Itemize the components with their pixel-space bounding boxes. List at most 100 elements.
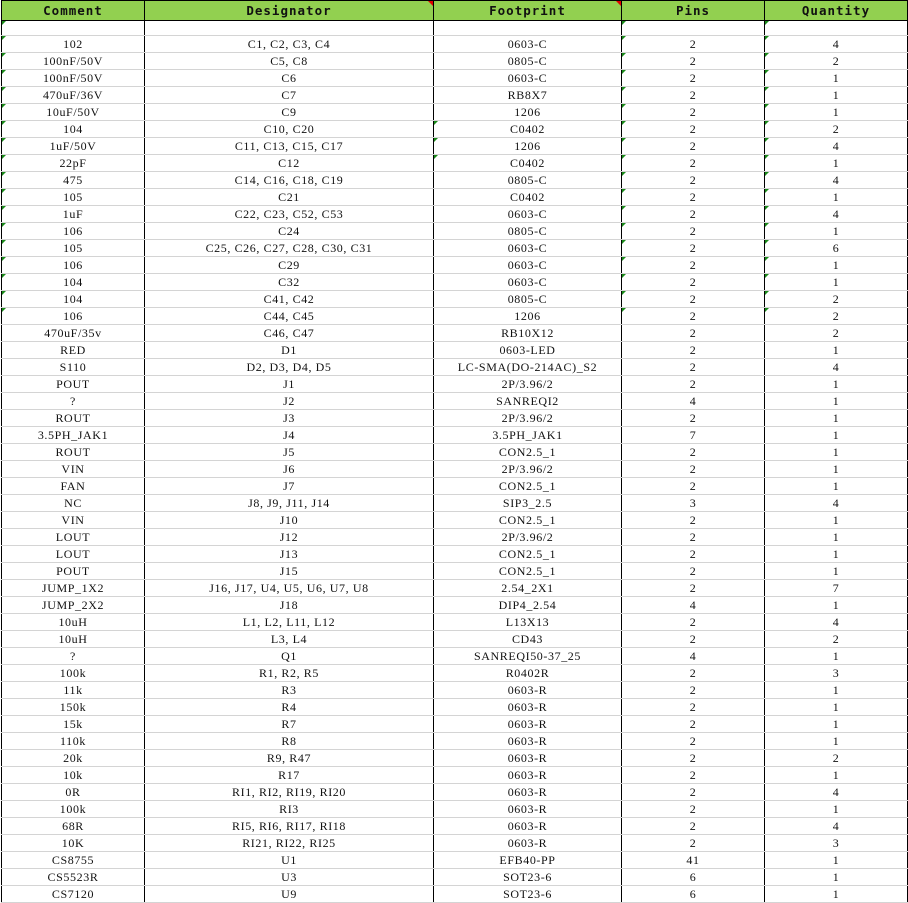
pins-cell[interactable]: 2 xyxy=(621,273,765,291)
designator-cell[interactable]: J1 xyxy=(144,375,434,393)
pins-cell[interactable]: 2 xyxy=(621,460,765,478)
pins-cell[interactable]: 2 xyxy=(621,324,765,342)
pins-cell[interactable]: 2 xyxy=(621,137,765,155)
comment-cell[interactable]: LOUT xyxy=(1,545,145,563)
footprint-cell[interactable]: SIP3_2.5 xyxy=(433,494,622,512)
footprint-cell[interactable]: CON2.5_1 xyxy=(433,511,622,529)
footprint-cell[interactable]: CON2.5_1 xyxy=(433,443,622,461)
pins-cell[interactable]: 2 xyxy=(621,732,765,750)
footprint-cell[interactable]: 1206 xyxy=(433,307,622,325)
pins-cell[interactable]: 2 xyxy=(621,171,765,189)
comment-cell[interactable]: 68R xyxy=(1,817,145,835)
footprint-cell[interactable]: 0603-R xyxy=(433,783,622,801)
pins-cell[interactable]: 2 xyxy=(621,290,765,308)
comment-cell[interactable]: 475 xyxy=(1,171,145,189)
footprint-cell[interactable]: 0603-C xyxy=(433,239,622,257)
pins-cell[interactable]: 2 xyxy=(621,511,765,529)
designator-cell[interactable]: C46, C47 xyxy=(144,324,434,342)
designator-cell[interactable]: C41, C42 xyxy=(144,290,434,308)
quantity-cell[interactable]: 1 xyxy=(764,375,908,393)
comment-cell[interactable]: ? xyxy=(1,647,145,665)
designator-cell[interactable]: U3 xyxy=(144,868,434,886)
designator-cell[interactable]: U1 xyxy=(144,851,434,869)
header-footprint[interactable]: Footprint xyxy=(433,0,622,21)
comment-cell[interactable]: 15k xyxy=(1,715,145,733)
quantity-cell[interactable]: 1 xyxy=(764,103,908,121)
comment-cell[interactable]: 104 xyxy=(1,273,145,291)
footprint-cell[interactable]: SOT23-6 xyxy=(433,868,622,886)
footprint-cell[interactable]: 0603-C xyxy=(433,205,622,223)
designator-cell[interactable]: J5 xyxy=(144,443,434,461)
quantity-cell[interactable]: 1 xyxy=(764,426,908,444)
quantity-cell[interactable]: 1 xyxy=(764,86,908,104)
footprint-cell[interactable] xyxy=(433,20,622,36)
quantity-cell[interactable]: 4 xyxy=(764,35,908,53)
comment-cell[interactable]: 106 xyxy=(1,222,145,240)
designator-cell[interactable]: L3, L4 xyxy=(144,630,434,648)
footprint-cell[interactable]: 0603-R xyxy=(433,715,622,733)
comment-cell[interactable]: 0R xyxy=(1,783,145,801)
designator-cell[interactable]: R7 xyxy=(144,715,434,733)
footprint-cell[interactable]: 0603-C xyxy=(433,69,622,87)
comment-cell[interactable]: 1uF xyxy=(1,205,145,223)
header-pins[interactable]: Pins xyxy=(621,0,765,21)
footprint-cell[interactable]: 0603-LED xyxy=(433,341,622,359)
comment-cell[interactable]: LOUT xyxy=(1,528,145,546)
quantity-cell[interactable]: 1 xyxy=(764,800,908,818)
designator-cell[interactable]: C29 xyxy=(144,256,434,274)
header-designator[interactable]: Designator xyxy=(144,0,434,21)
footprint-cell[interactable]: RB8X7 xyxy=(433,86,622,104)
quantity-cell[interactable]: 1 xyxy=(764,392,908,410)
comment-cell[interactable]: 100nF/50V xyxy=(1,69,145,87)
designator-cell[interactable]: R17 xyxy=(144,766,434,784)
footprint-cell[interactable]: SANREQI2 xyxy=(433,392,622,410)
pins-cell[interactable]: 2 xyxy=(621,579,765,597)
comment-cell[interactable]: 110k xyxy=(1,732,145,750)
footprint-cell[interactable]: 0603-R xyxy=(433,698,622,716)
designator-cell[interactable]: C1, C2, C3, C4 xyxy=(144,35,434,53)
pins-cell[interactable]: 2 xyxy=(621,443,765,461)
pins-cell[interactable]: 2 xyxy=(621,817,765,835)
footprint-cell[interactable]: 0603-R xyxy=(433,732,622,750)
comment-cell[interactable]: VIN xyxy=(1,460,145,478)
pins-cell[interactable]: 2 xyxy=(621,800,765,818)
comment-cell[interactable]: NC xyxy=(1,494,145,512)
footprint-cell[interactable]: CON2.5_1 xyxy=(433,562,622,580)
pins-cell[interactable]: 2 xyxy=(621,375,765,393)
pins-cell[interactable]: 2 xyxy=(621,69,765,87)
footprint-cell[interactable]: C0402 xyxy=(433,154,622,172)
footprint-cell[interactable]: 0805-C xyxy=(433,222,622,240)
comment-cell[interactable]: 470uF/36V xyxy=(1,86,145,104)
footprint-cell[interactable]: CON2.5_1 xyxy=(433,477,622,495)
pins-cell[interactable]: 2 xyxy=(621,545,765,563)
designator-cell[interactable]: R3 xyxy=(144,681,434,699)
comment-cell[interactable]: 100k xyxy=(1,664,145,682)
quantity-cell[interactable]: 1 xyxy=(764,460,908,478)
quantity-cell[interactable]: 1 xyxy=(764,443,908,461)
designator-cell[interactable]: C24 xyxy=(144,222,434,240)
pins-cell[interactable]: 4 xyxy=(621,596,765,614)
comment-cell[interactable]: 22pF xyxy=(1,154,145,172)
footprint-cell[interactable]: 2P/3.96/2 xyxy=(433,528,622,546)
pins-cell[interactable]: 2 xyxy=(621,562,765,580)
footprint-cell[interactable]: CON2.5_1 xyxy=(433,545,622,563)
quantity-cell[interactable]: 4 xyxy=(764,494,908,512)
quantity-cell[interactable] xyxy=(764,20,908,36)
pins-cell[interactable]: 2 xyxy=(621,715,765,733)
pins-cell[interactable]: 2 xyxy=(621,613,765,631)
footprint-cell[interactable]: 0603-C xyxy=(433,256,622,274)
footprint-cell[interactable]: SANREQI50-37_25 xyxy=(433,647,622,665)
designator-cell[interactable]: J12 xyxy=(144,528,434,546)
quantity-cell[interactable]: 1 xyxy=(764,528,908,546)
quantity-cell[interactable]: 1 xyxy=(764,154,908,172)
pins-cell[interactable]: 7 xyxy=(621,426,765,444)
pins-cell[interactable]: 2 xyxy=(621,307,765,325)
footprint-cell[interactable]: SOT23-6 xyxy=(433,885,622,903)
quantity-cell[interactable]: 4 xyxy=(764,137,908,155)
quantity-cell[interactable]: 1 xyxy=(764,715,908,733)
comment-cell[interactable]: 104 xyxy=(1,120,145,138)
footprint-cell[interactable]: 0603-R xyxy=(433,749,622,767)
quantity-cell[interactable]: 1 xyxy=(764,545,908,563)
comment-cell[interactable]: CS5523R xyxy=(1,868,145,886)
footprint-cell[interactable]: 0603-R xyxy=(433,834,622,852)
